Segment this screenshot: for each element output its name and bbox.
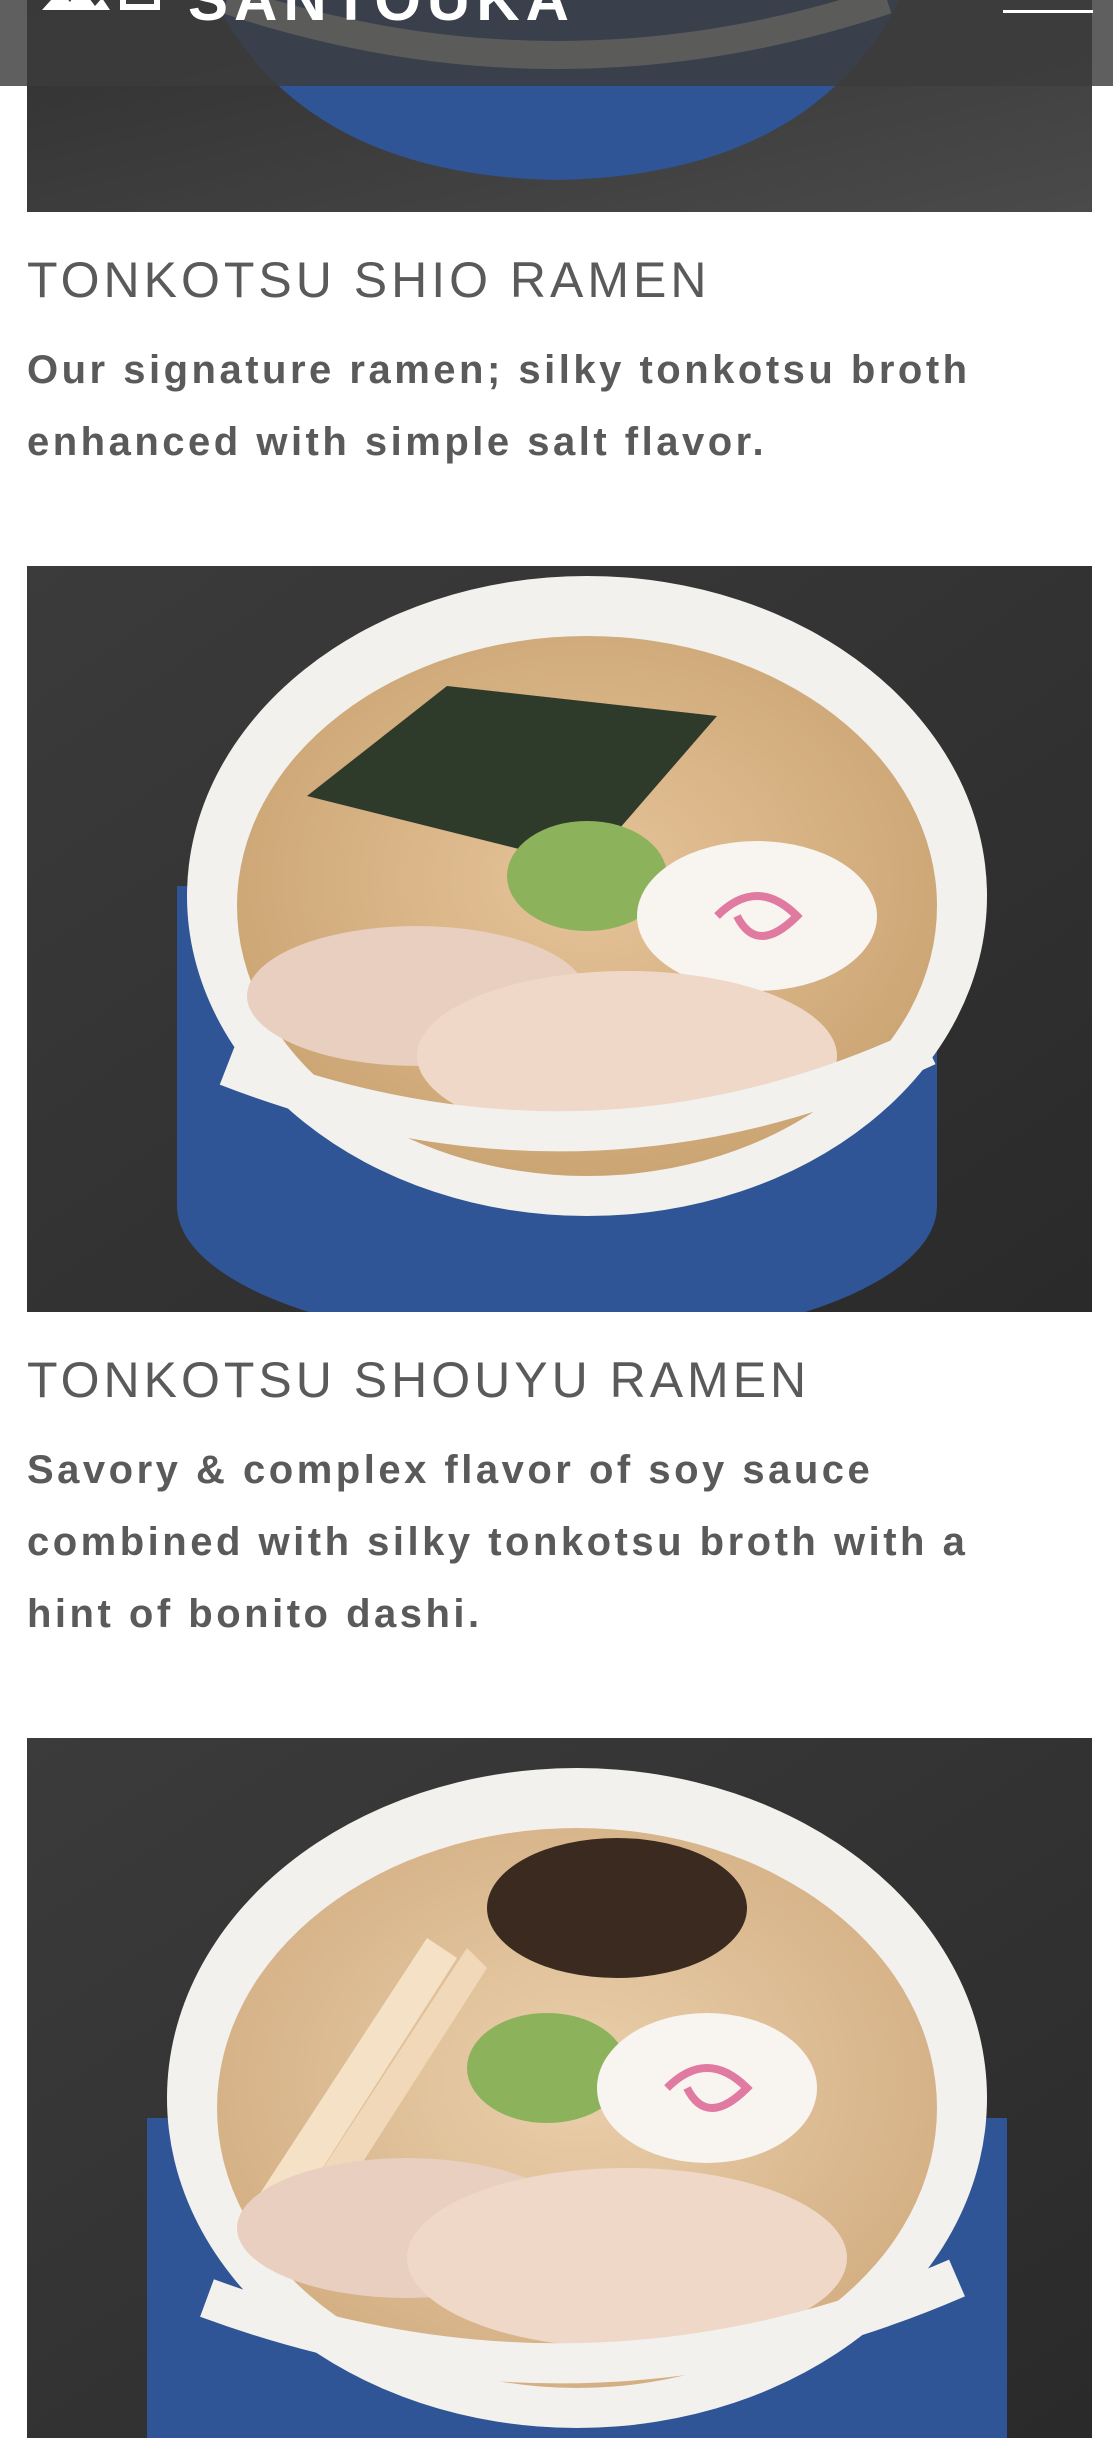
ramen-photo-shouyu <box>27 566 1092 1312</box>
ramen-photo-next <box>27 1738 1092 2438</box>
menu-item: TONKOTSU SHIO RAMEN Our signature ramen;… <box>27 212 1092 478</box>
menu-item: TONKOTSU SHOUYU RAMEN Savory & complex f… <box>27 1312 1092 1650</box>
brand-name: SANTOUKA <box>188 0 575 30</box>
ramen-bowl-image <box>27 566 1092 1312</box>
menu-item-title: TONKOTSU SHOUYU RAMEN <box>27 1352 811 1408</box>
menu-item-title: TONKOTSU SHIO RAMEN <box>27 252 711 308</box>
menu-button[interactable] <box>1003 0 1093 40</box>
menu-item-description: Savory & complex flavor of soy sauce com… <box>27 1448 969 1636</box>
logo-mark-icon <box>42 0 160 10</box>
brand-logo[interactable]: SANTOUKA <box>40 0 575 30</box>
site-header: SANTOUKA <box>0 0 1113 86</box>
hamburger-menu-icon <box>1003 10 1093 13</box>
menu-list: TONKOTSU SHIO RAMEN Our signature ramen;… <box>27 0 1092 2438</box>
menu-item-description: Our signature ramen; silky tonkotsu brot… <box>27 348 971 464</box>
ramen-bowl-image <box>27 1738 1092 2438</box>
